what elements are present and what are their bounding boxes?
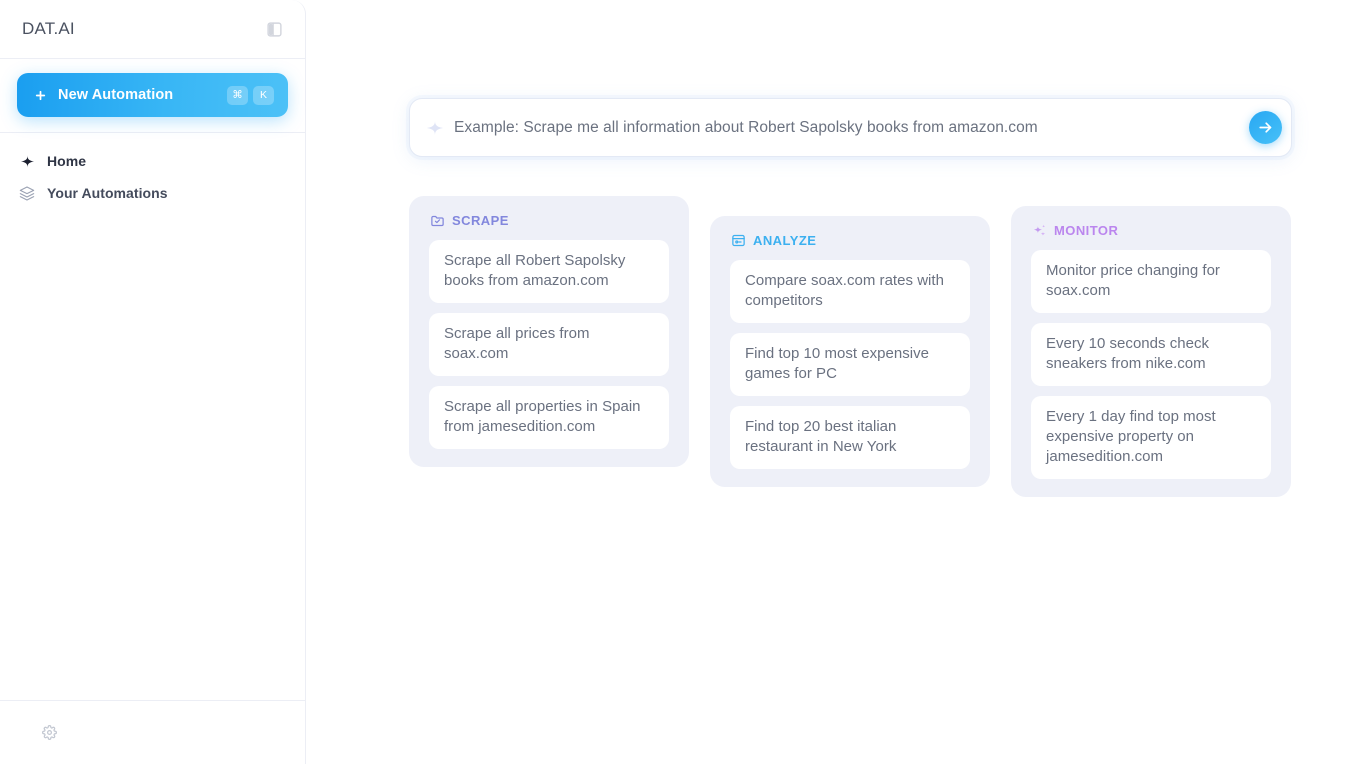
sidebar-footer	[0, 700, 305, 764]
new-automation-section: New Automation ⌘ K	[0, 59, 305, 133]
suggestion-item[interactable]: Every 10 seconds check sneakers from nik…	[1031, 323, 1271, 386]
suggestion-item[interactable]: Every 1 day find top most expensive prop…	[1031, 396, 1271, 479]
kbd-command: ⌘	[227, 85, 248, 105]
suggestion-card-monitor-header: MONITOR	[1031, 223, 1271, 238]
suggestion-card-monitor-title: MONITOR	[1054, 223, 1119, 238]
sidebar-item-home-label: Home	[47, 153, 87, 169]
gear-icon[interactable]	[40, 724, 58, 742]
sidebar-header: DAT.AI	[0, 0, 305, 59]
suggestion-item[interactable]: Find top 20 best italian restaurant in N…	[730, 406, 970, 469]
layers-icon	[18, 184, 36, 202]
suggestion-item[interactable]: Scrape all Robert Sapolsky books from am…	[429, 240, 669, 303]
sidebar: DAT.AI New Automation ⌘ K Home Your Auto…	[0, 0, 306, 764]
suggestion-card-scrape: SCRAPE Scrape all Robert Sapolsky books …	[409, 196, 689, 467]
suggestion-item[interactable]: Monitor price changing for soax.com	[1031, 250, 1271, 313]
kbd-k: K	[253, 85, 274, 105]
new-automation-label: New Automation	[58, 87, 174, 103]
panel-left-icon[interactable]	[263, 18, 285, 40]
sidebar-item-your-automations-label: Your Automations	[47, 185, 168, 201]
suggestion-card-analyze: ANALYZE Compare soax.com rates with comp…	[710, 216, 990, 487]
suggestion-card-monitor: MONITOR Monitor price changing for soax.…	[1011, 206, 1291, 497]
suggestion-card-scrape-header: SCRAPE	[429, 213, 669, 228]
sidebar-nav: Home Your Automations	[0, 133, 305, 700]
sparkle-icon	[18, 152, 36, 170]
app-logo: DAT.AI	[22, 19, 75, 38]
sidebar-item-your-automations[interactable]: Your Automations	[0, 177, 305, 209]
plus-icon	[33, 88, 47, 102]
suggestion-cards: SCRAPE Scrape all Robert Sapolsky books …	[306, 0, 1360, 764]
sidebar-item-home[interactable]: Home	[0, 145, 305, 177]
sparkles-icon	[1032, 223, 1047, 238]
suggestion-item[interactable]: Scrape all prices from soax.com	[429, 313, 669, 376]
suggestion-card-analyze-header: ANALYZE	[730, 233, 970, 248]
browser-window-icon	[731, 233, 746, 248]
app-root: DAT.AI New Automation ⌘ K Home Your Auto…	[0, 0, 1360, 764]
folder-check-icon	[430, 213, 445, 228]
suggestion-item[interactable]: Compare soax.com rates with competitors	[730, 260, 970, 323]
new-automation-button[interactable]: New Automation ⌘ K	[17, 73, 288, 117]
suggestion-card-analyze-title: ANALYZE	[753, 233, 817, 248]
new-automation-shortcut: ⌘ K	[227, 85, 274, 105]
main-content: SCRAPE Scrape all Robert Sapolsky books …	[306, 0, 1360, 764]
suggestion-card-scrape-title: SCRAPE	[452, 213, 509, 228]
suggestion-item[interactable]: Scrape all properties in Spain from jame…	[429, 386, 669, 449]
suggestion-item[interactable]: Find top 10 most expensive games for PC	[730, 333, 970, 396]
